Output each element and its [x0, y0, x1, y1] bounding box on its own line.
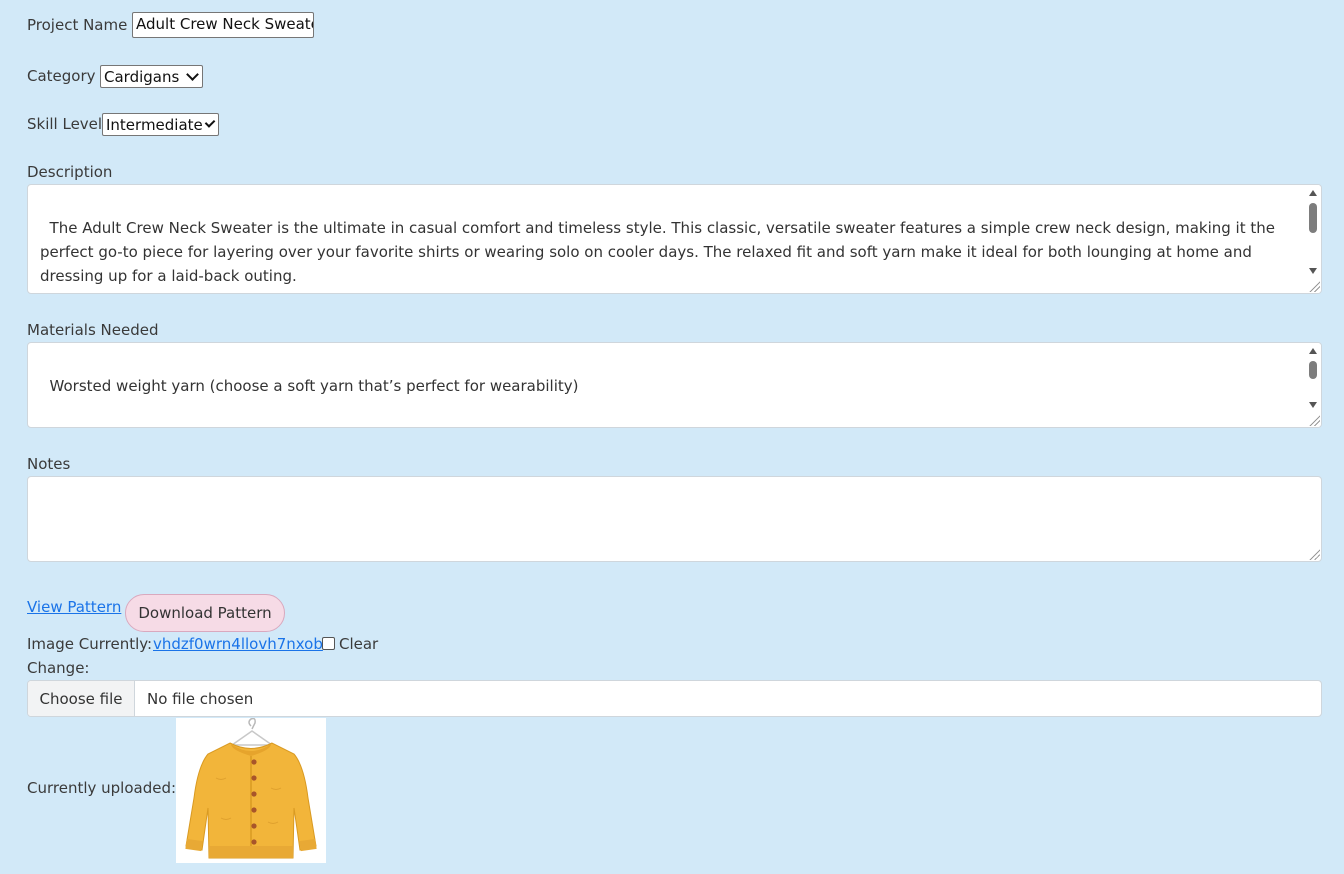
skill-level-label: Skill Level: [27, 115, 103, 133]
project-name-input[interactable]: Adult Crew Neck Sweater: [132, 12, 314, 38]
description-label: Description: [27, 163, 113, 181]
materials-textarea[interactable]: Worsted weight yarn (choose a soft yarn …: [27, 342, 1322, 428]
download-pattern-button[interactable]: Download Pattern: [125, 594, 285, 632]
scroll-down-arrow-icon[interactable]: [1309, 402, 1317, 408]
current-image-link[interactable]: vhdzf0wrn4llovh7nxob: [153, 635, 323, 653]
view-pattern-link[interactable]: View Pattern: [27, 598, 121, 616]
resize-handle-icon[interactable]: [1308, 280, 1320, 292]
image-file-input[interactable]: Choose file No file chosen: [27, 680, 1322, 717]
category-label: Category: [27, 67, 96, 85]
scrollbar-thumb[interactable]: [1309, 361, 1317, 379]
scrollbar-thumb[interactable]: [1309, 203, 1317, 233]
file-chosen-status: No file chosen: [147, 689, 254, 708]
chevron-down-icon: [186, 68, 199, 81]
currently-uploaded-label: Currently uploaded:: [27, 779, 177, 797]
category-select[interactable]: Cardigans: [100, 65, 203, 88]
description-scrollbar[interactable]: [1305, 185, 1321, 293]
notes-label: Notes: [27, 455, 71, 473]
skill-level-select[interactable]: Intermediate: [102, 113, 219, 136]
chevron-down-icon: [204, 117, 216, 128]
change-label: Change:: [27, 659, 90, 677]
resize-handle-icon[interactable]: [1308, 414, 1320, 426]
yellow-cardigan-image: [185, 718, 317, 859]
notes-textarea[interactable]: [27, 476, 1322, 562]
scroll-up-arrow-icon[interactable]: [1309, 190, 1317, 196]
choose-file-button[interactable]: Choose file: [28, 681, 135, 716]
description-textarea[interactable]: The Adult Crew Neck Sweater is the ultim…: [27, 184, 1322, 294]
project-name-label: Project Name: [27, 16, 128, 34]
clear-checkbox[interactable]: [322, 637, 335, 650]
skill-level-selected-value: Intermediate: [106, 115, 203, 134]
scroll-down-arrow-icon[interactable]: [1309, 268, 1317, 274]
materials-label: Materials Needed: [27, 321, 159, 339]
materials-text: Worsted weight yarn (choose a soft yarn …: [40, 377, 579, 427]
clear-label: Clear: [339, 635, 379, 653]
category-selected-value: Cardigans: [104, 67, 180, 86]
resize-handle-icon[interactable]: [1308, 548, 1320, 560]
scroll-up-arrow-icon[interactable]: [1309, 348, 1317, 354]
description-text: The Adult Crew Neck Sweater is the ultim…: [40, 219, 1280, 285]
uploaded-image-thumbnail: [176, 718, 326, 863]
image-currently-label: Image Currently:: [27, 635, 153, 653]
